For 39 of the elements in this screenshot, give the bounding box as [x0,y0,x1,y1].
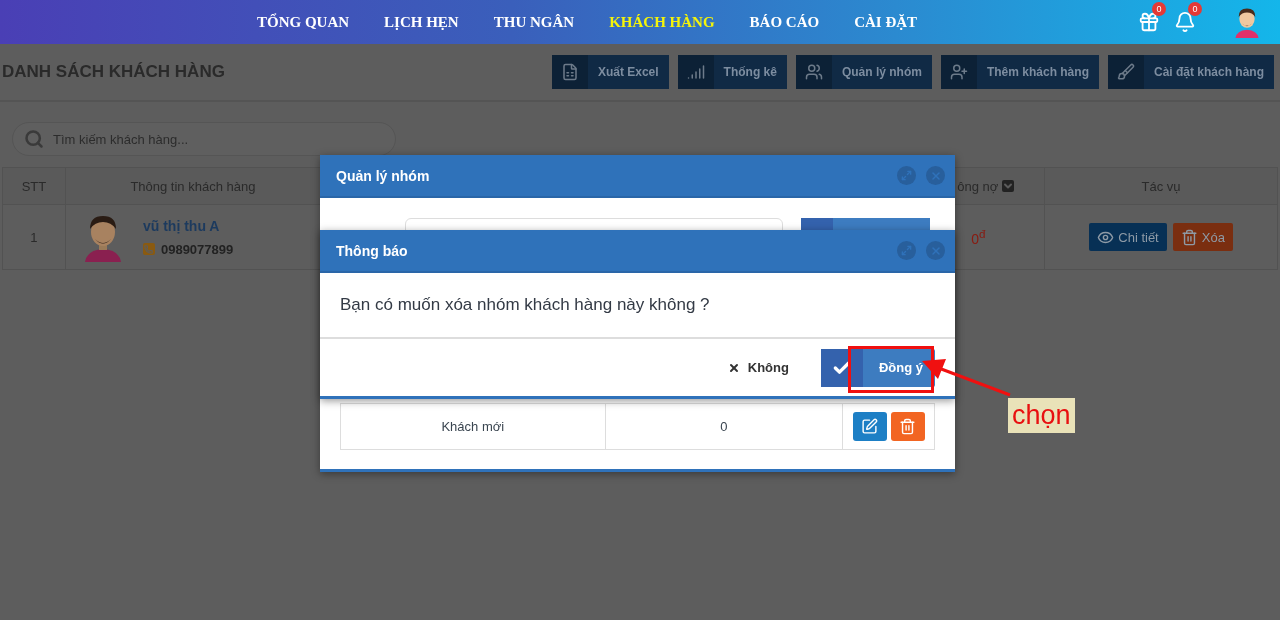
toolbar-button[interactable]: Xuất Excel [551,55,669,89]
nav-link[interactable]: BÁO CÁO [749,13,820,31]
phone-icon [142,243,155,255]
nav-link[interactable]: TỔNG QUAN [257,13,350,31]
phone-number: 0989077899 [160,241,234,257]
close-icon [727,361,740,374]
action-button[interactable]: Xóa [1172,223,1233,251]
toolbar-button[interactable]: Cài đặt khách hàng [1107,55,1274,89]
edit-button[interactable] [852,412,887,441]
toolbar-button[interactable]: Thống kê [677,55,787,89]
annotation-label: chọn [1008,398,1075,433]
dropdown-icon[interactable] [1002,180,1015,192]
trash-icon [899,418,917,435]
bell-button[interactable] [1174,11,1196,33]
nav-link[interactable]: LỊCH HẸN [384,13,459,31]
dialog-title: Thông báo [336,242,408,259]
notification-badge: 0 [1188,2,1202,16]
add-user-icon [949,63,968,81]
confirm-message: Bạn có muốn xóa nhóm khách hàng này không ? [320,273,955,339]
nav-link[interactable]: KHÁCH HÀNG [609,13,715,31]
signal-bars-icon [686,63,705,81]
dialog-title: Quản lý nhóm [336,167,430,184]
toolbar-button[interactable]: Quản lý nhóm [795,55,932,89]
brush-icon [1116,63,1135,81]
group-count: 0 [720,419,728,434]
spreadsheet-icon [560,63,579,81]
nav-link[interactable]: CÀI ĐẶT [854,13,918,31]
toolbar-button[interactable]: Thêm khách hàng [940,55,1099,89]
action-button[interactable]: Chi tiết [1089,223,1167,251]
nav-link[interactable]: THU NGÂN [493,13,575,31]
cancel-button[interactable]: Không [721,359,795,376]
group-name: Khách mới [441,419,505,434]
users-icon [804,63,823,81]
notification-badge: 0 [1152,2,1166,16]
pen-icon [861,418,879,435]
gift-button[interactable] [1138,11,1160,33]
trash-icon [1180,228,1198,246]
debt-amount: 0$^{đ}$ [971,230,986,247]
delete-button[interactable] [890,412,925,441]
